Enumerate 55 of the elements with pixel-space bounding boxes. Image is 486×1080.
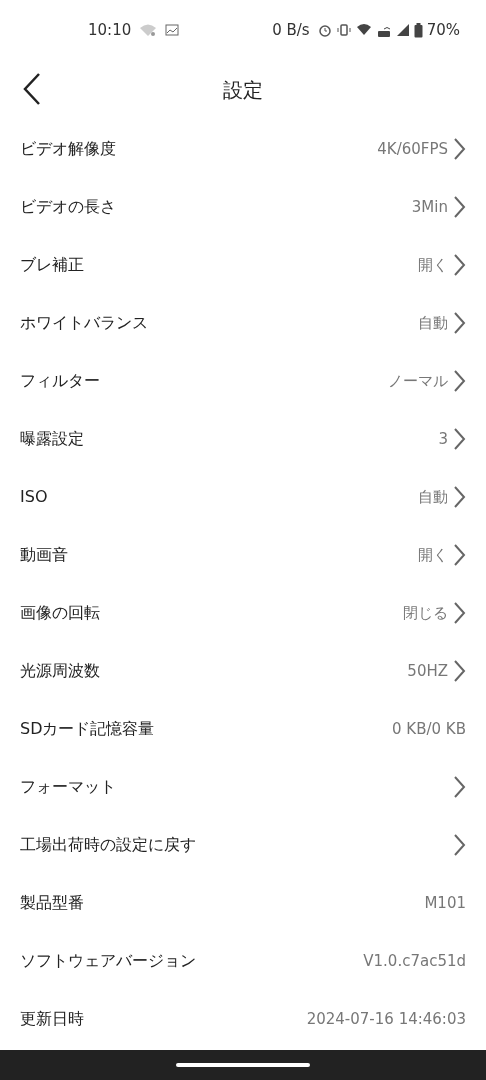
image-icon [165,24,180,36]
wifi-icon [139,23,158,37]
setting-value: ノーマル [388,370,448,392]
setting-value: M101 [424,892,466,914]
setting-label: 光源周波数 [20,660,100,682]
setting-value: 3 [438,428,448,450]
setting-value: 自動 [418,486,448,508]
setting-label: 画像の回転 [20,602,100,624]
page-title: 設定 [223,77,263,104]
setting-label: フィルター [20,370,100,392]
setting-label: フォーマット [20,776,116,798]
home-handle[interactable] [176,1063,310,1067]
setting-label: 工場出荷時の設定に戻す [20,834,196,856]
setting-value: 開く [418,544,448,566]
chevron-icon[interactable] [452,427,466,451]
setting-label: 製品型番 [20,892,84,914]
setting-label: 更新日時 [20,1008,84,1030]
setting-value: 自動 [418,312,448,334]
chevron-icon[interactable] [452,485,466,509]
chevron-icon[interactable] [452,543,466,567]
chevron-icon[interactable] [452,601,466,625]
chevron-icon[interactable] [452,311,466,335]
vibrate-icon [335,23,352,37]
setting-value: 閉じる [403,602,448,624]
setting-label: ISO [20,486,48,508]
chevron-icon[interactable] [452,775,466,799]
chevron-icon[interactable] [452,369,466,393]
back-icon[interactable] [22,72,42,106]
setting-label: 曝露設定 [20,428,84,450]
alarm-icon [317,23,332,37]
signal-icon [395,23,410,37]
setting-label: ソフトウェアバージョン [20,950,196,972]
setting-label: ビデオの長さ [20,196,116,218]
setting-label: ホワイトバランス [20,312,148,334]
battery-level: 70% [426,19,460,41]
battery-icon [413,22,423,38]
chevron-icon[interactable] [452,137,466,161]
setting-value: 2024-07-16 14:46:03 [306,1008,466,1030]
chevron-icon[interactable] [452,833,466,857]
setting-label: ビデオ解像度 [20,138,116,160]
setting-value: 50HZ [407,660,448,682]
chevron-icon[interactable] [452,659,466,683]
setting-label: SDカード記憶容量 [20,718,155,740]
setting-label: 動画音 [20,544,68,566]
setting-value: 開く [418,254,448,276]
setting-value: V1.0.c7ac51d [363,950,466,972]
clock-time: 10:10 [88,19,132,41]
network-speed: 0 B/s [272,19,310,41]
setting-value: 3Min [411,196,448,218]
setting-value: 0 KB/0 KB [392,718,466,740]
chevron-icon[interactable] [452,195,466,219]
setting-label: ブレ補正 [20,254,84,276]
wifi-icon [355,23,372,37]
chevron-icon[interactable] [452,253,466,277]
setting-value: 4K/60FPS [377,138,448,160]
